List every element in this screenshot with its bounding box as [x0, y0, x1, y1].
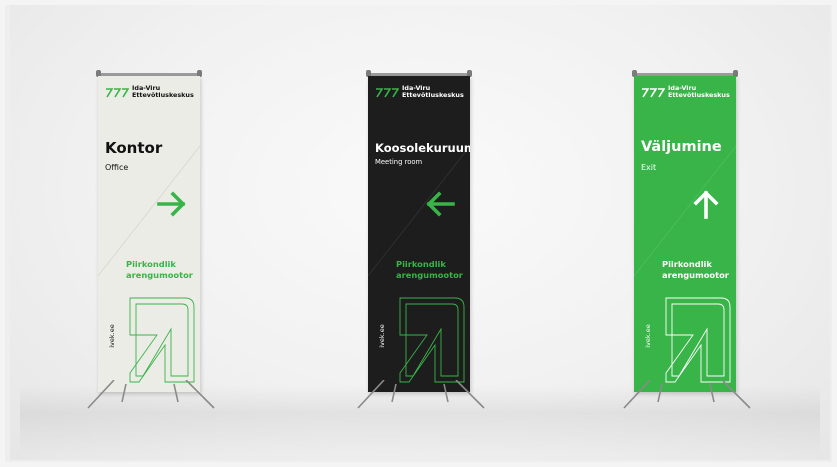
photo-scene: Ida-Viru Ettevõtluskeskus Kontor Office …: [0, 0, 837, 467]
image-frame: [0, 0, 837, 467]
